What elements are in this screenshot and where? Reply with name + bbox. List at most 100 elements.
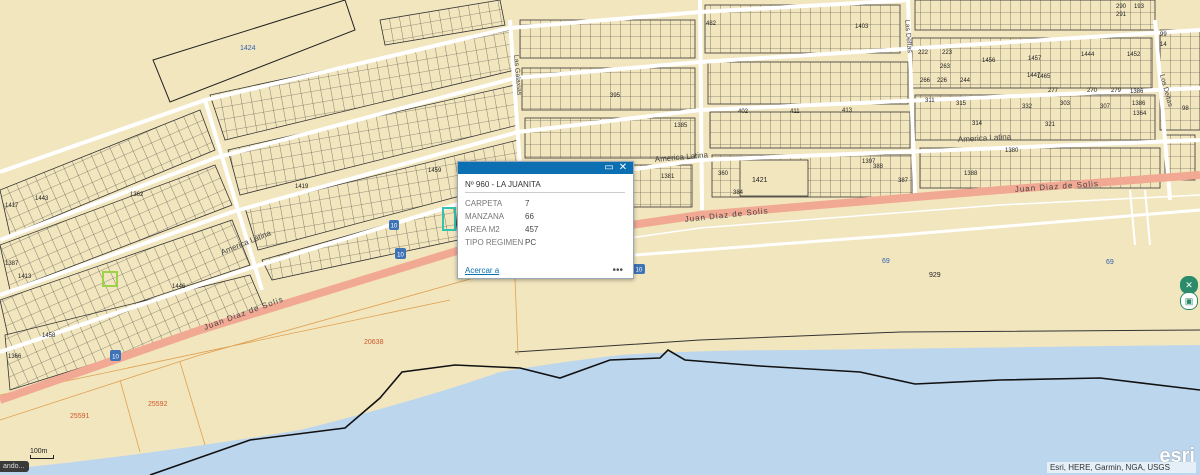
svg-text:1443: 1443 <box>35 196 49 202</box>
svg-text:1362: 1362 <box>130 192 144 198</box>
svg-text:411: 411 <box>790 109 800 115</box>
svg-text:1456: 1456 <box>982 58 996 64</box>
svg-text:98: 98 <box>1182 106 1189 112</box>
block-east-3 <box>524 117 696 159</box>
popup-title: Nº 960 - LA JUANITA <box>465 180 625 193</box>
svg-text:388: 388 <box>873 164 884 170</box>
area-label: 1421 <box>752 177 768 184</box>
field-label: AREA M2 <box>465 225 500 234</box>
svg-text:277: 277 <box>1048 88 1059 94</box>
attribution-text[interactable]: Esri, HERE, Garmin, NGA, USGS <box>1046 462 1196 473</box>
svg-text:279: 279 <box>1111 88 1122 94</box>
more-options-icon[interactable]: ••• <box>612 265 623 276</box>
svg-text:290: 290 <box>1116 4 1127 10</box>
close-icon[interactable]: ✕ <box>617 162 629 174</box>
scale-bar: 100m <box>30 448 54 459</box>
svg-text:10: 10 <box>636 268 643 274</box>
svg-text:384: 384 <box>733 190 744 196</box>
scale-line <box>30 455 54 459</box>
field-row: TIPO REGIMEN PC <box>465 238 633 251</box>
field-label: MANZANA <box>465 212 505 221</box>
block-east-6 <box>707 61 909 105</box>
svg-text:1452: 1452 <box>1127 52 1141 58</box>
loading-indicator: ando... <box>0 461 30 472</box>
svg-text:266: 266 <box>920 78 931 84</box>
svg-text:263: 263 <box>940 64 951 70</box>
svg-text:270: 270 <box>1087 88 1098 94</box>
svg-text:402: 402 <box>738 109 749 115</box>
field-row: CARPETA 7 <box>465 199 633 212</box>
svg-text:307: 307 <box>1100 104 1111 110</box>
zoom-to-link[interactable]: Acercar a <box>465 266 499 275</box>
area-label: 69 <box>882 258 890 265</box>
svg-text:1417: 1417 <box>5 203 19 209</box>
svg-text:1403: 1403 <box>855 24 869 30</box>
svg-text:10: 10 <box>391 224 398 230</box>
svg-text:10: 10 <box>397 253 404 259</box>
parcel-popup: ▭ ✕ Nº 960 - LA JUANITA CARPETA 7 MANZAN… <box>457 161 634 279</box>
svg-text:303: 303 <box>1060 101 1071 107</box>
area-label: 20638 <box>364 339 384 346</box>
svg-text:1364: 1364 <box>1133 111 1147 117</box>
svg-text:413: 413 <box>842 108 853 114</box>
block-east-10 <box>914 94 1156 141</box>
svg-text:1366: 1366 <box>8 354 22 360</box>
field-value: PC <box>525 238 537 247</box>
field-row: AREA M2 457 <box>465 225 633 238</box>
field-value: 457 <box>525 225 539 234</box>
svg-text:1457: 1457 <box>1028 56 1042 62</box>
svg-text:1388: 1388 <box>964 171 978 177</box>
svg-text:1446: 1446 <box>172 284 186 290</box>
svg-text:311: 311 <box>925 98 935 104</box>
svg-text:321: 321 <box>1045 122 1056 128</box>
block-east-4 <box>631 164 693 208</box>
field-row: MANZANA 66 <box>465 212 633 225</box>
svg-text:1380: 1380 <box>1005 148 1019 154</box>
road-shield: 10 <box>110 350 121 361</box>
svg-text:222: 222 <box>918 50 929 56</box>
area-label: 25591 <box>70 413 90 420</box>
svg-text:291: 291 <box>1116 12 1127 18</box>
field-value: 7 <box>525 199 530 208</box>
layers-icon[interactable]: ▣ <box>1180 292 1198 310</box>
window-icon[interactable]: ▭ <box>603 162 615 174</box>
svg-text:10: 10 <box>112 355 119 361</box>
svg-text:482: 482 <box>706 21 717 27</box>
field-value: 66 <box>525 212 534 221</box>
svg-text:1413: 1413 <box>18 274 32 280</box>
area-label: 25592 <box>148 401 168 408</box>
svg-text:244: 244 <box>960 78 971 84</box>
svg-text:1459: 1459 <box>428 168 442 174</box>
block-east-7 <box>709 111 911 149</box>
svg-text:99: 99 <box>1160 32 1167 38</box>
svg-text:1386: 1386 <box>1130 89 1144 95</box>
field-label: CARPETA <box>465 199 503 208</box>
block-east-5 <box>704 4 901 54</box>
road-shield: 10 <box>395 248 406 259</box>
popup-header: ▭ ✕ <box>458 162 633 174</box>
svg-text:223: 223 <box>942 50 953 56</box>
svg-text:1386: 1386 <box>1132 101 1146 107</box>
area-label: 1424 <box>240 45 256 52</box>
svg-text:1387: 1387 <box>5 261 19 267</box>
svg-text:395: 395 <box>610 93 621 99</box>
svg-text:1458: 1458 <box>42 333 56 339</box>
svg-text:314: 314 <box>972 121 983 127</box>
area-label: 929 <box>929 272 941 279</box>
svg-text:1419: 1419 <box>295 184 309 190</box>
svg-text:1444: 1444 <box>1081 52 1095 58</box>
popup-fields: CARPETA 7 MANZANA 66 AREA M2 457 TIPO RE… <box>465 199 633 251</box>
svg-text:1385: 1385 <box>674 123 688 129</box>
road-shield: 10 <box>633 264 645 274</box>
svg-text:226: 226 <box>937 78 948 84</box>
svg-text:387: 387 <box>898 178 909 184</box>
svg-text:332: 332 <box>1022 104 1033 110</box>
parcel-1421 <box>739 159 809 197</box>
scale-label: 100m <box>30 448 48 455</box>
field-label: TIPO REGIMEN <box>465 238 524 247</box>
svg-text:1447: 1447 <box>1027 73 1041 79</box>
svg-text:315: 315 <box>956 101 967 107</box>
area-label: 69 <box>1106 259 1114 266</box>
svg-text:14: 14 <box>1160 42 1167 48</box>
svg-text:360: 360 <box>718 171 729 177</box>
